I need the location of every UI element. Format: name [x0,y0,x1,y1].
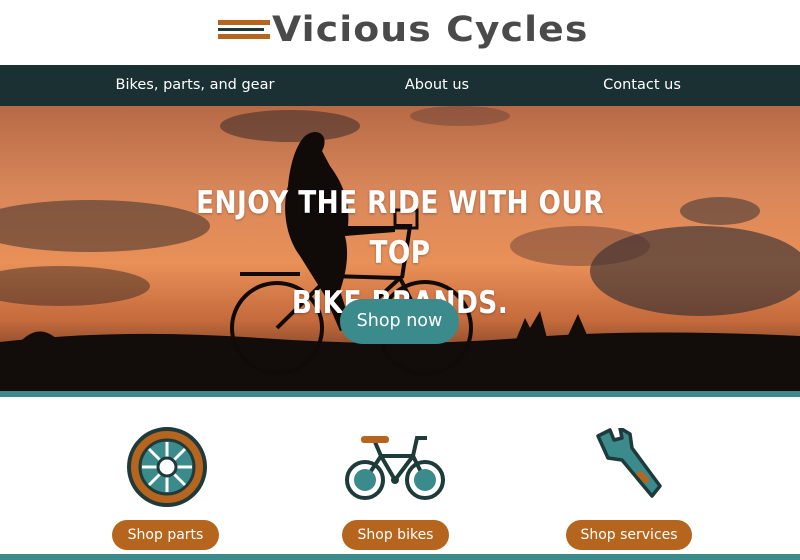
wrench-icon[interactable] [592,428,664,500]
brand-name: Vicious Cycles [272,10,589,50]
divider-strip [0,391,800,397]
nav-contact-us[interactable]: Contact us [590,65,694,106]
shop-now-button[interactable]: Shop now [340,299,459,344]
footer-strip [0,554,800,560]
hero-title-line-1: ENJOY THE RIDE WITH OUR TOP [196,185,604,271]
bike-icon[interactable] [343,432,448,502]
site-logo[interactable]: Vicious Cycles [218,8,587,52]
hero-banner: ENJOY THE RIDE WITH OUR TOP BIKE BRANDS.… [0,106,800,392]
logo-stripes-icon [218,17,270,43]
shop-bikes-button[interactable]: Shop bikes [342,520,449,550]
nav-about-us[interactable]: About us [387,65,487,106]
shop-parts-button[interactable]: Shop parts [112,520,219,550]
site-header: Vicious Cycles [0,0,800,65]
main-nav: Bikes, parts, and gear About us Contact … [0,65,800,106]
nav-bikes-parts-gear[interactable]: Bikes, parts, and gear [110,65,280,106]
shop-services-button[interactable]: Shop services [566,520,692,550]
wheel-icon[interactable] [125,425,209,509]
